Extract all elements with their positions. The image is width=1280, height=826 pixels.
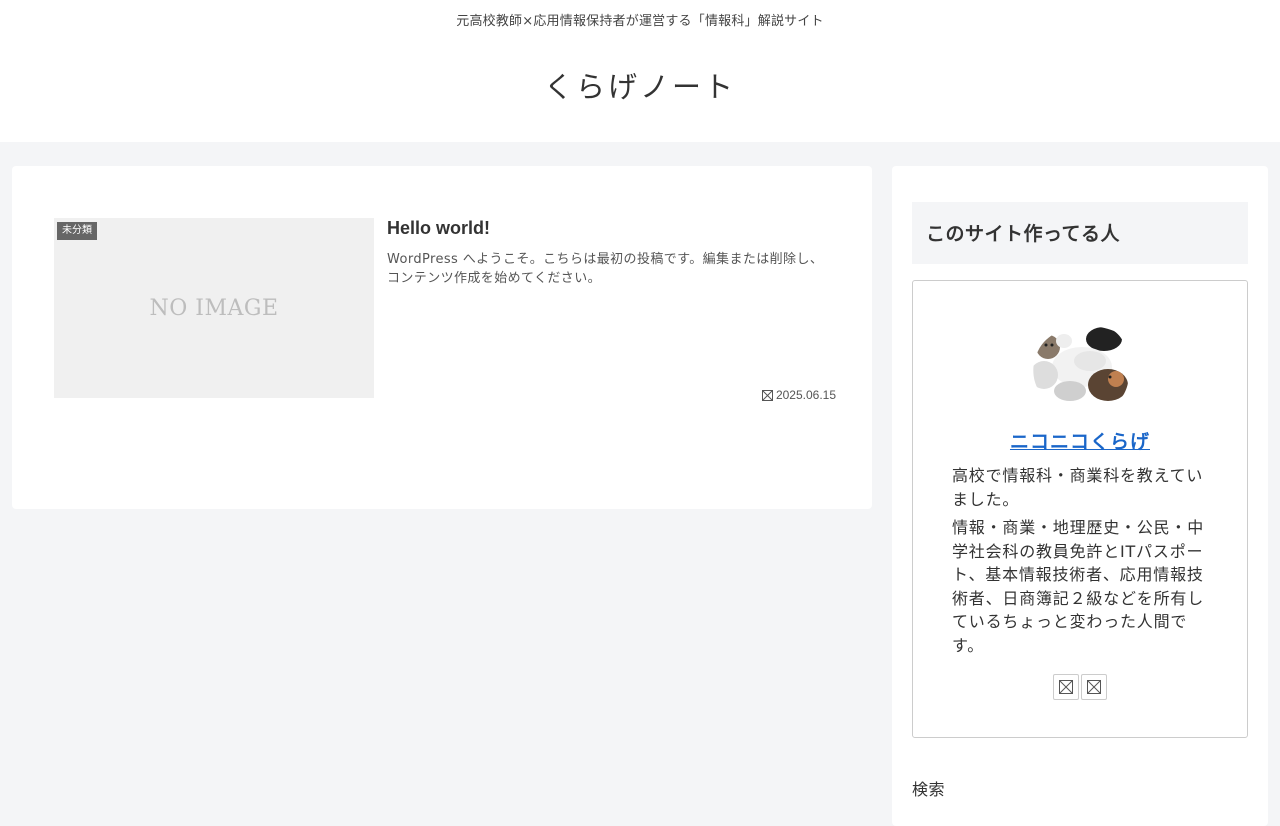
entry-card[interactable]: NO IMAGE 未分類 Hello world! WordPress へようこ…	[54, 218, 836, 402]
sns-buttons	[1053, 674, 1107, 700]
sns-button[interactable]	[1053, 674, 1079, 700]
post-title[interactable]: Hello world!	[387, 218, 490, 239]
author-avatar	[1033, 325, 1130, 409]
sns-icon	[1087, 680, 1101, 694]
clock-icon	[761, 389, 773, 401]
author-bio-line: 高校で情報科・商業科を教えていました。	[952, 466, 1204, 509]
no-image-placeholder: NO IMAGE	[149, 296, 279, 321]
author-name-link[interactable]: ニコニコくらげ	[913, 427, 1247, 454]
profile-widget-title: このサイト作ってる人	[912, 202, 1248, 264]
main-content: NO IMAGE 未分類 Hello world! WordPress へようこ…	[12, 166, 872, 509]
sns-button[interactable]	[1081, 674, 1107, 700]
post-thumbnail[interactable]: NO IMAGE 未分類	[54, 218, 374, 398]
site-title-link[interactable]: くらげノート	[0, 64, 1280, 106]
author-bio-line: 情報・商業・地理歴史・公民・中学社会科の教員免許とITパスポート、基本情報技術者…	[952, 518, 1205, 655]
site-tagline: 元高校教師×応用情報保持者が運営する「情報科」解説サイト	[456, 14, 824, 29]
sns-icon	[1059, 680, 1073, 694]
post-date: 2025.06.15	[761, 388, 836, 402]
author-profile-box: ニコニコくらげ 高校で情報科・商業科を教えていました。 情報・商業・地理歴史・公…	[912, 280, 1248, 738]
post-date-text: 2025.06.15	[775, 388, 836, 402]
search-widget-heading: 検索	[912, 780, 946, 799]
post-snippet: WordPress へようこそ。こちらは最初の投稿です。編集または削除し、コンテ…	[387, 252, 824, 286]
author-bio: 高校で情報科・商業科を教えていました。 情報・商業・地理歴史・公民・中学社会科の…	[952, 464, 1210, 662]
site-header: 元高校教師×応用情報保持者が運営する「情報科」解説サイト くらげノート	[0, 0, 1280, 142]
sidebar: このサイト作ってる人 ニコニコくらげ 高校で情報科・商業科を教えていました。 情…	[892, 166, 1268, 826]
category-label: 未分類	[57, 222, 97, 240]
